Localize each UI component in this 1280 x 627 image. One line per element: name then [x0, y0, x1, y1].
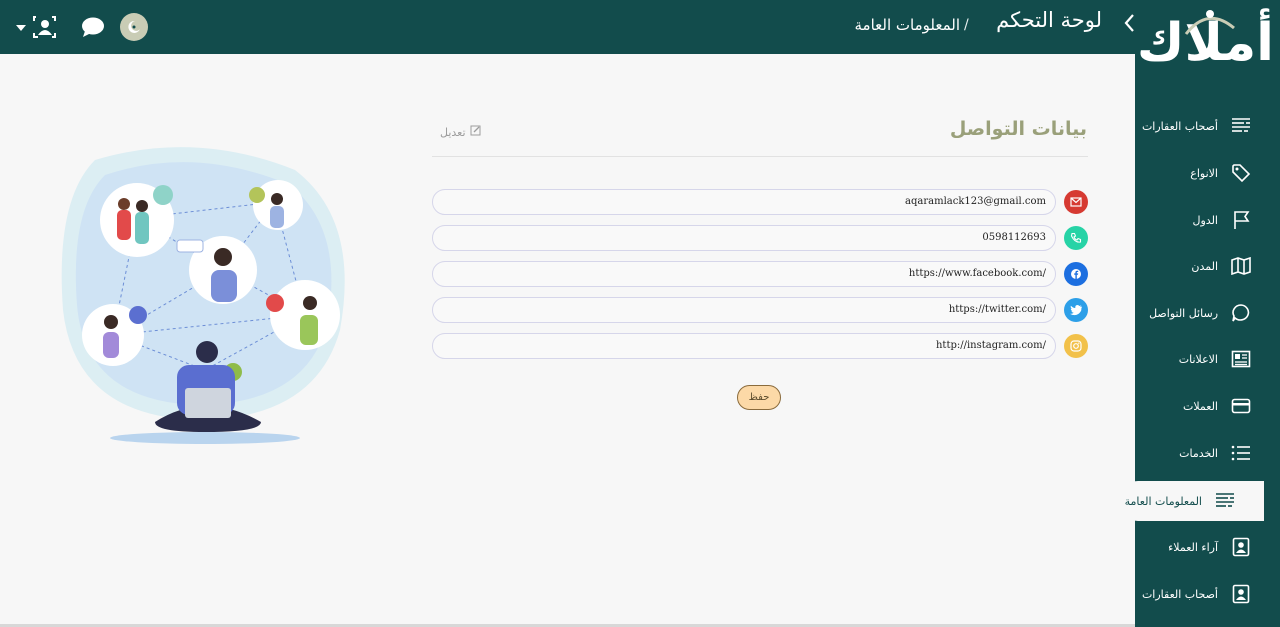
sidebar-item-label: رسائل التواصل: [1149, 306, 1218, 320]
sidebar-item-countries[interactable]: الدول: [1135, 200, 1280, 240]
page-title: بيانات التواصل: [949, 118, 1087, 140]
breadcrumb-current: المعلومات العامة: [854, 16, 960, 34]
phone-field[interactable]: 0598112693: [432, 225, 1056, 251]
instagram-field[interactable]: http://instagram.com/: [432, 333, 1056, 359]
flag-icon: [1230, 209, 1252, 231]
twitter-field[interactable]: https://twitter.com/: [432, 297, 1056, 323]
facebook-field[interactable]: https://www.facebook.com/: [432, 261, 1056, 287]
breadcrumb-title[interactable]: لوحة التحكم: [996, 8, 1102, 32]
sidebar-item-general-info[interactable]: المعلومات العامة: [1118, 481, 1264, 521]
sidebar-item-label: المعلومات العامة: [1124, 494, 1202, 508]
save-button[interactable]: حفظ: [737, 385, 781, 410]
avatar[interactable]: [120, 13, 148, 41]
facebook-field-row: https://www.facebook.com/: [432, 261, 1088, 287]
sidebar-item-label: آراء العملاء: [1168, 540, 1218, 554]
instagram-field-row: http://instagram.com/: [432, 333, 1088, 359]
sidebar-item-services[interactable]: الخدمات: [1135, 433, 1280, 473]
sidebar-item-label: الانواع: [1190, 166, 1218, 180]
top-bar: المعلومات العامة / لوحة التحكم: [0, 0, 1280, 54]
email-field[interactable]: aqaramlack123@gmail.com: [432, 189, 1056, 215]
sidebar-item-property-owners[interactable]: أصحاب العقارات: [1135, 106, 1280, 146]
email-field-row: aqaramlack123@gmail.com: [432, 189, 1088, 215]
sidebar-item-cities[interactable]: المدن: [1135, 246, 1280, 286]
newspaper-icon: [1230, 348, 1252, 370]
sidebar-item-testimonials[interactable]: آراء العملاء: [1135, 527, 1280, 567]
phone-icon: [1064, 226, 1088, 250]
user-frame-icon[interactable]: [14, 13, 60, 41]
edit-button[interactable]: تعديل: [440, 125, 481, 139]
logo: أملاك: [1137, 4, 1276, 82]
sidebar-item-label: الخدمات: [1179, 446, 1218, 460]
sidebar-item-label: الدول: [1192, 213, 1219, 227]
sidebar-item-ads[interactable]: الاعلانات: [1135, 339, 1280, 379]
speech-bubble-icon: [1230, 302, 1252, 324]
chat-bubble-icon[interactable]: [80, 13, 106, 41]
map-icon: [1230, 255, 1252, 277]
sidebar-item-label: أصحاب العقارات: [1141, 119, 1218, 133]
envelope-icon: [1064, 190, 1088, 214]
phone-field-row: 0598112693: [432, 225, 1088, 251]
sidebar-item-label: الاعلانات: [1178, 352, 1218, 366]
sidebar-item-label: المدن: [1191, 259, 1218, 273]
social-network-illustration: [55, 140, 355, 450]
sidebar-item-label: العملات: [1183, 399, 1218, 413]
divider: [432, 156, 1088, 157]
list-lines-icon: [1230, 115, 1252, 137]
breadcrumb-separator: /: [964, 17, 969, 33]
sidebar-item-property-owners-2[interactable]: أصحاب العقارات: [1135, 574, 1280, 614]
facebook-icon: [1064, 262, 1088, 286]
contact-card-icon: [1230, 536, 1252, 558]
instagram-icon: [1064, 334, 1088, 358]
credit-card-icon: [1230, 395, 1252, 417]
avatar-icon: [120, 13, 148, 41]
twitter-icon: [1064, 298, 1088, 322]
edit-label: تعديل: [440, 125, 466, 139]
logo-arc-icon: [1184, 10, 1235, 35]
twitter-field-row: https://twitter.com/: [432, 297, 1088, 323]
contact-card-icon: [1230, 583, 1252, 605]
tag-icon: [1230, 162, 1252, 184]
list-lines-icon: [1214, 490, 1236, 512]
sidebar-item-types[interactable]: الانواع: [1135, 153, 1280, 193]
edit-pencil-icon: [470, 125, 481, 139]
sidebar-item-currencies[interactable]: العملات: [1135, 386, 1280, 426]
list-icon: [1230, 442, 1252, 464]
sidebar-item-contact-messages[interactable]: رسائل التواصل: [1135, 293, 1280, 333]
sidebar-item-label: أصحاب العقارات: [1141, 587, 1218, 601]
